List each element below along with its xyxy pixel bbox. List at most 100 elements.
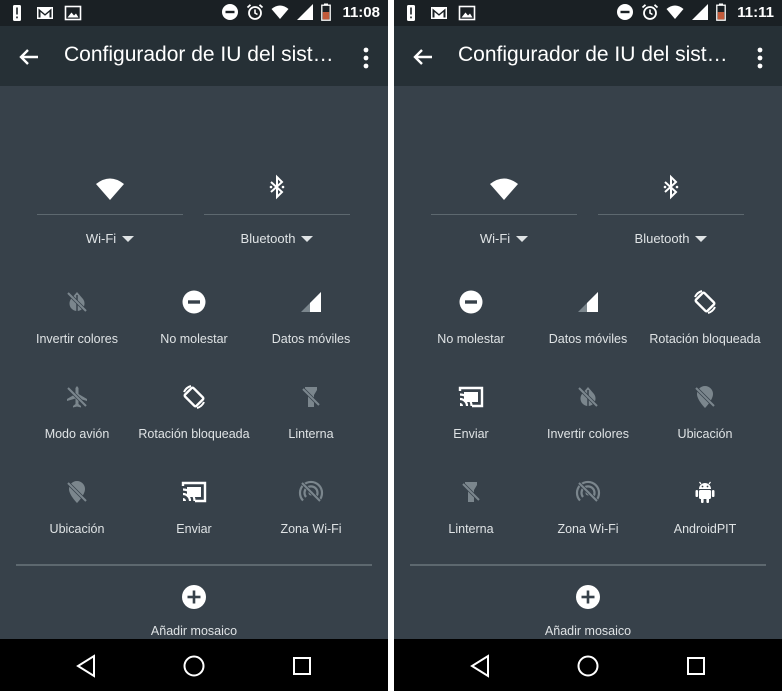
back-arrow-icon[interactable] (408, 42, 438, 72)
page-title: Configurador de IU del sist… (458, 43, 728, 66)
tile-ubicacion[interactable]: Ubicación (17, 478, 137, 548)
tile-linterna[interactable]: Linterna (251, 383, 371, 453)
status-bar: 11:11 (394, 0, 782, 26)
nav-back-icon[interactable] (468, 653, 494, 679)
dropdown-caret-icon (122, 235, 135, 242)
tile-zona-wifi[interactable]: Zona Wi-Fi (528, 478, 648, 548)
status-bar: 11:08 (0, 0, 388, 26)
toolbar: Configurador de IU del sist… (0, 26, 388, 86)
tile-rotacion-bloqueada[interactable]: Rotación bloqueada (134, 383, 254, 453)
page-title: Configurador de IU del sist… (64, 43, 334, 66)
image-notification-icon (458, 5, 476, 21)
tile-datos-moviles[interactable]: Datos móviles (528, 288, 648, 358)
do-not-disturb-icon (459, 290, 483, 314)
wifi-tile[interactable]: Wi-Fi (37, 171, 183, 261)
alarm-icon (247, 4, 264, 20)
wifi-status-icon (666, 5, 684, 19)
bluetooth-tile[interactable]: Bluetooth (204, 171, 350, 261)
tile-label: Zona Wi-Fi (280, 522, 342, 536)
wifi-icon (490, 178, 518, 200)
tile-invertir-colores[interactable]: Invertir colores (528, 383, 648, 453)
tile-divider (598, 214, 744, 215)
tile-ubicacion[interactable]: Ubicación (645, 383, 765, 453)
wifi-icon (96, 178, 124, 200)
tile-editor: Wi-Fi Bluetooth No molestar Datos móvile… (394, 86, 782, 639)
rotation-lock-icon (183, 385, 205, 409)
tile-no-molestar[interactable]: No molestar (134, 288, 254, 358)
dropdown-caret-icon (301, 235, 314, 242)
location-off-icon (693, 385, 717, 409)
status-time: 11:08 (342, 3, 380, 21)
comparison-page: 11:08 Configurador de IU del sist… Wi-Fi (0, 0, 782, 691)
tile-modo-avion[interactable]: Modo avión (17, 383, 137, 453)
wifi-dropdown[interactable]: Wi-Fi (37, 231, 183, 246)
tile-label: Bluetooth (634, 231, 690, 246)
tile-label: Datos móviles (271, 332, 351, 346)
status-time: 11:11 (737, 3, 774, 21)
bluetooth-icon (663, 174, 679, 200)
section-divider (16, 564, 372, 566)
bluetooth-dropdown[interactable]: Bluetooth (598, 231, 744, 246)
add-circle-icon (182, 585, 206, 609)
gmail-notification-icon (431, 7, 447, 19)
overflow-menu-icon[interactable] (354, 44, 378, 72)
navigation-bar (394, 639, 782, 691)
section-divider (410, 564, 766, 566)
alarm-icon (642, 4, 659, 20)
tile-label: Ubicación (677, 427, 733, 441)
tile-datos-moviles[interactable]: Datos móviles (251, 288, 371, 358)
do-not-disturb-status-icon (617, 4, 634, 20)
wifi-tile[interactable]: Wi-Fi (431, 171, 577, 261)
nav-recents-icon[interactable] (289, 653, 315, 679)
tile-androidpit[interactable]: AndroidPIT (645, 478, 765, 548)
gmail-notification-icon (37, 7, 53, 19)
flashlight-off-icon (300, 386, 322, 408)
android-icon (695, 481, 715, 503)
alert-notification-icon (13, 5, 21, 21)
tile-rotacion-bloqueada[interactable]: Rotación bloqueada (645, 288, 765, 358)
tile-label: AndroidPIT (673, 522, 737, 536)
toolbar: Configurador de IU del sist… (394, 26, 782, 86)
add-tile-button[interactable]: Añadir mosaico (528, 583, 648, 643)
tile-zona-wifi[interactable]: Zona Wi-Fi (251, 478, 371, 548)
back-arrow-icon[interactable] (14, 42, 44, 72)
tile-enviar[interactable]: Enviar (134, 478, 254, 548)
add-tile-label: Añadir mosaico (150, 624, 238, 638)
bluetooth-tile[interactable]: Bluetooth (598, 171, 744, 261)
do-not-disturb-status-icon (222, 4, 239, 20)
signal-status-icon (692, 4, 709, 20)
tile-divider (204, 214, 350, 215)
nav-recents-icon[interactable] (683, 653, 709, 679)
dropdown-caret-icon (516, 235, 529, 242)
tile-linterna[interactable]: Linterna (411, 478, 531, 548)
tile-invertir-colores[interactable]: Invertir colores (17, 288, 137, 358)
tile-enviar[interactable]: Enviar (411, 383, 531, 453)
signal-status-icon (297, 4, 314, 20)
add-tile-button[interactable]: Añadir mosaico (134, 583, 254, 643)
phone-screen-right: 11:11 Configurador de IU del sist… Wi-Fi (394, 0, 782, 691)
nav-back-icon[interactable] (74, 653, 100, 679)
dropdown-caret-icon (695, 235, 708, 242)
tile-no-molestar[interactable]: No molestar (411, 288, 531, 358)
cast-icon (181, 481, 207, 503)
tile-label: Wi-Fi (479, 231, 511, 246)
invert-colors-off-icon (576, 385, 600, 409)
hotspot-off-icon (575, 480, 601, 504)
nav-home-icon[interactable] (575, 653, 601, 679)
image-notification-icon (64, 5, 82, 21)
tile-label: Bluetooth (240, 231, 296, 246)
wifi-dropdown[interactable]: Wi-Fi (431, 231, 577, 246)
alert-notification-icon (407, 5, 415, 21)
tile-label: Rotación bloqueada (649, 332, 761, 346)
add-tile-label: Añadir mosaico (544, 624, 632, 638)
overflow-menu-icon[interactable] (748, 44, 772, 72)
signal-icon (301, 292, 321, 312)
invert-colors-off-icon (65, 290, 89, 314)
bluetooth-dropdown[interactable]: Bluetooth (204, 231, 350, 246)
signal-icon (578, 292, 598, 312)
navigation-bar (0, 639, 388, 691)
wifi-status-icon (271, 5, 289, 19)
tile-label: Linterna (288, 427, 334, 441)
phone-screen-left: 11:08 Configurador de IU del sist… Wi-Fi (0, 0, 388, 691)
nav-home-icon[interactable] (181, 653, 207, 679)
